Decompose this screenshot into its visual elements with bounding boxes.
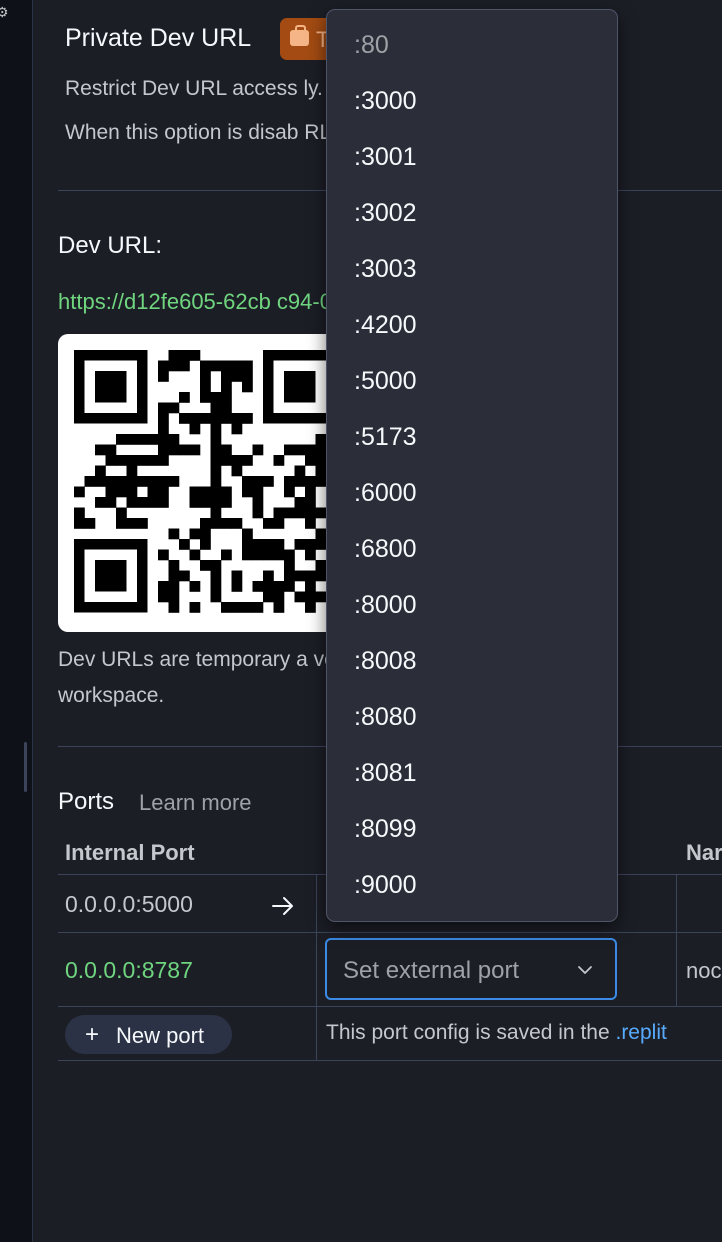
- table-divider: [58, 932, 722, 933]
- column-divider: [676, 874, 677, 1006]
- config-note: This port config is saved in the .replit: [326, 1021, 667, 1045]
- port-option[interactable]: :4200: [354, 311, 417, 340]
- internal-port-cell: 0.0.0.0:5000: [65, 891, 193, 917]
- port-option[interactable]: :8000: [354, 591, 417, 620]
- port-option[interactable]: :80: [354, 31, 389, 60]
- name-header: Nar: [686, 840, 722, 865]
- dev-url-link[interactable]: https://d12fe605-62cb c94-00-3: [58, 289, 364, 315]
- left-rail: ⚙: [0, 0, 33, 1242]
- dev-url-note-2: workspace.: [58, 684, 165, 707]
- private-dev-url-title: Private Dev URL: [65, 24, 252, 52]
- port-option[interactable]: :8081: [354, 759, 417, 788]
- config-note-text: This port config is saved in the: [326, 1021, 616, 1044]
- port-option[interactable]: :9000: [354, 871, 417, 900]
- port-option[interactable]: :5173: [354, 423, 417, 452]
- table-divider: [58, 1060, 722, 1061]
- plus-icon: +: [85, 1021, 100, 1048]
- port-option[interactable]: :6800: [354, 535, 417, 564]
- port-option[interactable]: :5000: [354, 367, 417, 396]
- briefcase-icon: [290, 25, 309, 46]
- external-port-placeholder: Set external port: [343, 957, 520, 984]
- port-option[interactable]: :3003: [354, 255, 417, 284]
- port-option[interactable]: :8008: [354, 647, 417, 676]
- port-option[interactable]: :3000: [354, 87, 417, 116]
- dev-url-qr-code: [58, 334, 348, 632]
- port-name-cell: noc: [686, 958, 722, 983]
- arrow-right-icon: [272, 897, 293, 915]
- port-option[interactable]: :8080: [354, 703, 417, 732]
- dev-url-note: Dev URLs are temporary a ve the: [58, 648, 371, 671]
- new-port-label: New port: [116, 1023, 205, 1048]
- column-divider: [316, 874, 317, 1060]
- external-port-select[interactable]: Set external port: [325, 938, 617, 1000]
- private-dev-url-description: Restrict Dev URL access ly.: [65, 77, 323, 100]
- settings-icon[interactable]: ⚙: [0, 4, 9, 21]
- port-option[interactable]: :6000: [354, 479, 417, 508]
- replit-file-link[interactable]: .replit: [615, 1021, 666, 1044]
- resize-handle[interactable]: [24, 742, 27, 792]
- new-port-button[interactable]: + New port: [65, 1015, 232, 1054]
- internal-port-cell: 0.0.0.0:8787: [65, 957, 193, 983]
- chevron-down-icon: [578, 966, 592, 974]
- table-divider: [58, 1006, 722, 1007]
- internal-port-header: Internal Port: [65, 840, 195, 865]
- port-option[interactable]: :3002: [354, 199, 417, 228]
- port-option[interactable]: :8099: [354, 815, 417, 844]
- port-option[interactable]: :3001: [354, 143, 417, 172]
- ports-title: Ports: [58, 788, 115, 815]
- learn-more-link[interactable]: Learn more: [139, 790, 252, 816]
- dev-url-label: Dev URL:: [58, 232, 163, 259]
- external-port-dropdown: :80 :3000 :3001 :3002 :3003 :4200 :5000 …: [326, 9, 618, 922]
